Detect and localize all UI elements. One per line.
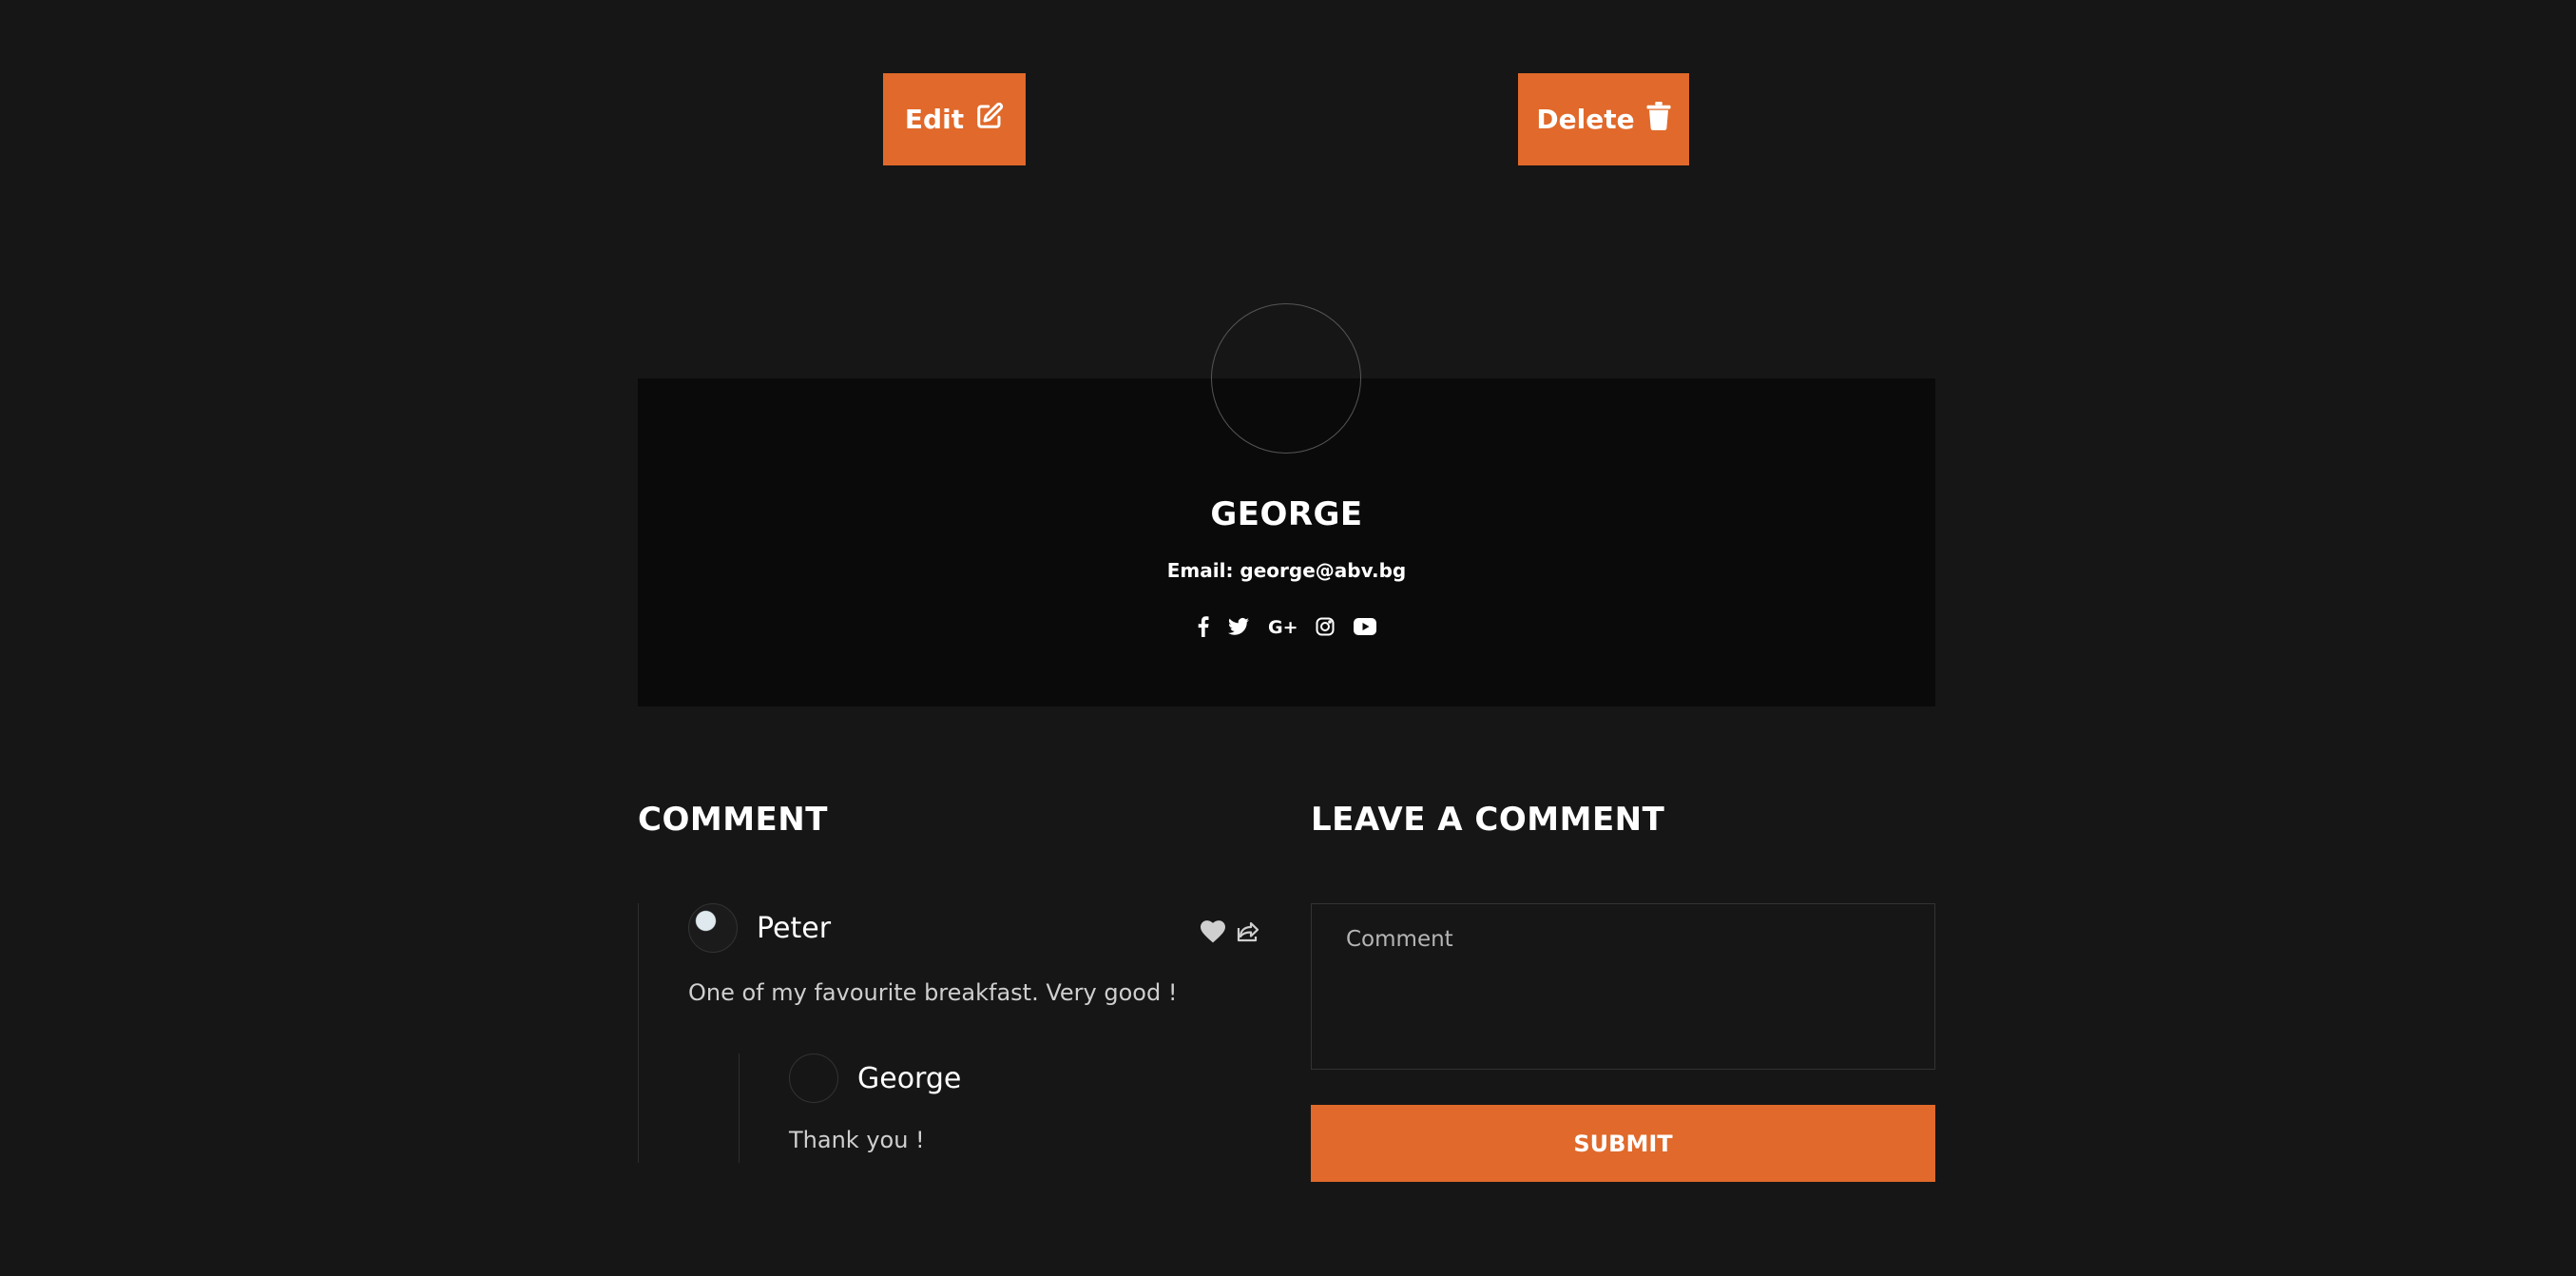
trash-icon [1635,102,1671,137]
avatar [789,1054,838,1103]
delete-label: Delete [1536,104,1635,135]
twitter-icon[interactable] [1227,617,1249,636]
reply-header: George [789,1054,961,1103]
comment-actions [1201,920,1261,948]
instagram-icon[interactable] [1316,617,1335,636]
reply-text: Thank you ! [789,1127,925,1153]
submit-button[interactable]: SUBMIT [1311,1105,1935,1182]
comments-heading: COMMENT [638,801,828,839]
edit-button[interactable]: Edit [883,73,1026,165]
comment-author: Peter [757,911,832,945]
edit-icon [964,102,1004,137]
reply-thread: George Thank you ! [739,1054,1253,1163]
social-links: G+ [638,616,1935,637]
comment-thread: Peter One of my favourite breakfast. Ver… [638,903,1266,1163]
google-plus-icon[interactable]: G+ [1268,617,1297,636]
comment-text: One of my favourite breakfast. Very good… [688,979,1178,1006]
leave-comment-heading: LEAVE A COMMENT [1311,801,1665,839]
profile-avatar [1211,303,1361,454]
edit-label: Edit [904,104,965,135]
delete-button[interactable]: Delete [1518,73,1689,165]
profile-email: Email: george@abv.bg [1166,559,1407,582]
svg-text:G+: G+ [1268,617,1297,636]
avatar [688,903,738,953]
comment-header: Peter [688,903,831,953]
youtube-icon[interactable] [1353,618,1376,635]
profile-name: GEORGE [1210,495,1363,533]
heart-icon[interactable] [1201,920,1225,948]
reply-author: George [857,1061,962,1095]
facebook-icon[interactable] [1198,616,1209,637]
comment-field[interactable] [1311,903,1935,1070]
share-icon[interactable] [1237,920,1261,948]
